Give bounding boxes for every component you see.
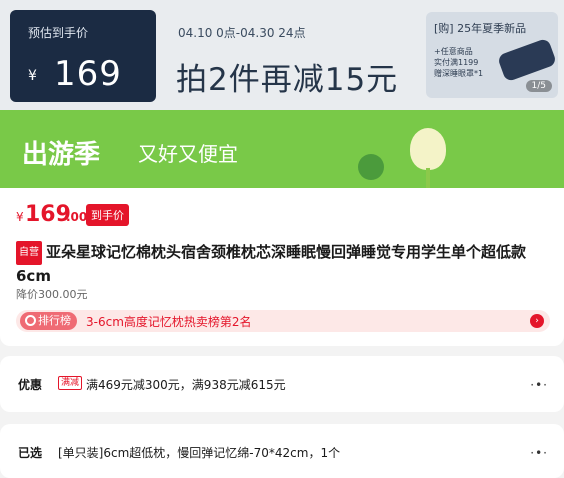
selected-text: [单只装]6cm超低枕，慢回弹记忆绵-70*42cm，1个	[58, 446, 341, 460]
ranking-badge-label: 排行榜	[38, 314, 71, 327]
activity-title: 出游季	[22, 140, 101, 170]
activity-banner[interactable]: 出游季 又好又便宜	[0, 110, 564, 188]
new-product-line: +任意商品	[434, 47, 473, 56]
new-product-line: 赠深睡眼罩*1	[434, 69, 484, 78]
promo-date-range: 04.10 0点-04.30 24点	[178, 26, 306, 40]
product-info-card: ¥ 169 .00 到手价 自营 亚朵星球记忆棉枕头宿舍颈椎枕芯深睡眠慢回弹睡觉专…	[0, 188, 564, 346]
new-product-line: 实付满1199	[434, 58, 479, 67]
price-integer: 169	[25, 202, 71, 227]
discount-tag: 满减	[58, 376, 83, 390]
product-title: 自营 亚朵星球记忆棉枕头宿舍颈椎枕芯深睡眠慢回弹睡觉专用学生单个超低款6cm	[16, 241, 551, 287]
new-product-title: [购] 25年夏季新品	[434, 22, 527, 35]
tulip-stem-icon	[426, 168, 430, 188]
more-icon[interactable]: ·•·	[530, 378, 548, 392]
estimate-label: 预估到手价	[28, 26, 89, 40]
more-icon[interactable]: ·•·	[530, 446, 548, 460]
ranking-badge: 排行榜	[20, 312, 77, 330]
clover-icon	[358, 154, 384, 180]
activity-subtitle: 又好又便宜	[138, 142, 238, 166]
estimate-currency: ¥	[28, 68, 37, 84]
self-operated-badge: 自营	[16, 241, 42, 265]
price-decimal: .00	[66, 210, 88, 224]
new-product-lines: +任意商品 实付满1199 赠深睡眼罩*1	[434, 46, 483, 79]
final-price-badge: 到手价	[86, 204, 129, 226]
price-currency: ¥	[16, 210, 24, 224]
ranking-text: 3-6cm高度记忆枕热卖榜第2名	[86, 315, 252, 329]
chevron-right-icon[interactable]: ›	[530, 314, 544, 328]
estimate-price-box: 预估到手价 ¥ 169	[10, 10, 156, 102]
discount-row[interactable]: 优惠 满减 满469元减300元，满938元减615元 ·•·	[0, 356, 564, 412]
promo-banner[interactable]: 预估到手价 ¥ 169 04.10 0点-04.30 24点 拍2件再减15元 …	[0, 0, 564, 110]
promo-text-block: 04.10 0点-04.30 24点 拍2件再减15元	[166, 10, 420, 102]
new-product-card[interactable]: [购] 25年夏季新品 +任意商品 实付满1199 赠深睡眼罩*1 1/5	[426, 12, 558, 98]
promo-headline: 拍2件再减15元	[176, 62, 399, 98]
gallery-page-indicator: 1/5	[525, 80, 552, 92]
eye-mask-image	[496, 37, 558, 83]
estimate-price: 169	[54, 54, 122, 94]
tulip-icon	[410, 128, 446, 170]
selected-label: 已选	[18, 446, 43, 460]
product-page: 预估到手价 ¥ 169 04.10 0点-04.30 24点 拍2件再减15元 …	[0, 0, 564, 478]
selected-row[interactable]: 已选 [单只装]6cm超低枕，慢回弹记忆绵-70*42cm，1个 ·•·	[0, 424, 564, 478]
medal-icon	[25, 315, 36, 326]
product-title-text: 亚朵星球记忆棉枕头宿舍颈椎枕芯深睡眠慢回弹睡觉专用学生单个超低款6cm	[16, 243, 527, 285]
discount-label: 优惠	[18, 378, 43, 392]
discount-text: 满469元减300元，满938元减615元	[86, 378, 286, 392]
original-price: 降价300.00元	[16, 288, 88, 301]
ranking-bar[interactable]: 排行榜 3-6cm高度记忆枕热卖榜第2名 ›	[16, 310, 550, 332]
